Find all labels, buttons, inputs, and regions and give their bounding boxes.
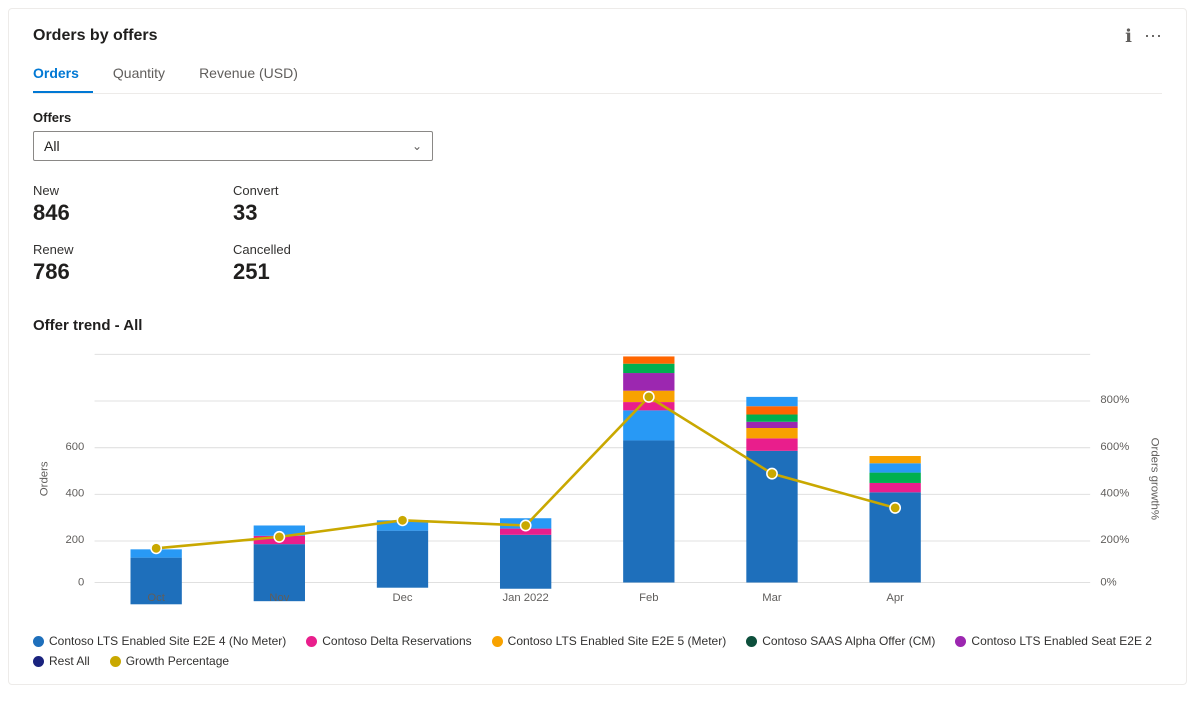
svg-text:Oct: Oct: [147, 592, 165, 604]
chart-legend: Contoso LTS Enabled Site E2E 4 (No Meter…: [33, 634, 1162, 668]
stat-renew: Renew 786: [33, 238, 233, 297]
bar-apr-light: [869, 463, 920, 472]
tab-quantity[interactable]: Quantity: [113, 57, 179, 93]
growth-dot-mar: [767, 468, 777, 478]
bar-mar-orange: [746, 428, 797, 438]
bar-feb-green: [623, 364, 674, 373]
legend-item-6: Growth Percentage: [110, 654, 229, 668]
legend-item-4: Contoso LTS Enabled Seat E2E 2: [955, 634, 1152, 648]
stat-convert-label: Convert: [233, 183, 433, 198]
tab-orders[interactable]: Orders: [33, 57, 93, 93]
svg-text:Orders growth%: Orders growth%: [1149, 438, 1161, 520]
svg-text:200: 200: [66, 534, 85, 546]
svg-text:200%: 200%: [1100, 534, 1129, 546]
growth-dot-nov: [274, 532, 284, 542]
bar-apr-orange: [869, 456, 920, 463]
chart-title: Offer trend - All: [33, 317, 1162, 334]
growth-dot-dec: [397, 515, 407, 525]
bar-jan-main: [500, 535, 551, 589]
bar-mar-purple: [746, 422, 797, 428]
legend-dot-5: [33, 656, 44, 667]
stat-convert: Convert 33: [233, 179, 433, 238]
bar-feb-purple: [623, 373, 674, 391]
svg-text:800%: 800%: [1100, 394, 1129, 406]
bar-feb-main: [623, 440, 674, 582]
dropdown-value: All: [44, 138, 60, 154]
bar-dec-main: [377, 531, 428, 588]
legend-label-4: Contoso LTS Enabled Seat E2E 2: [971, 634, 1152, 648]
svg-text:Dec: Dec: [392, 592, 412, 604]
chart-area: 0 200 400 600 Orders 0% 200% 400% 600% 8…: [33, 344, 1162, 624]
svg-text:400: 400: [66, 487, 85, 499]
tab-revenue[interactable]: Revenue (USD): [199, 57, 312, 93]
growth-dot-feb: [644, 392, 654, 402]
legend-dot-4: [955, 636, 966, 647]
legend-label-0: Contoso LTS Enabled Site E2E 4 (No Meter…: [49, 634, 286, 648]
stat-new: New 846: [33, 179, 233, 238]
svg-text:Nov: Nov: [269, 592, 289, 604]
bar-apr-pink: [869, 483, 920, 492]
legend-dot-6: [110, 656, 121, 667]
stat-cancelled: Cancelled 251: [233, 238, 433, 297]
svg-text:600%: 600%: [1100, 441, 1129, 453]
legend-label-1: Contoso Delta Reservations: [322, 634, 471, 648]
legend-dot-0: [33, 636, 44, 647]
info-icon[interactable]: ℹ: [1125, 27, 1132, 45]
svg-text:Jan 2022: Jan 2022: [502, 592, 548, 604]
chart-svg: 0 200 400 600 Orders 0% 200% 400% 600% 8…: [33, 344, 1162, 624]
bar-mar-green: [746, 415, 797, 422]
more-options-icon[interactable]: ⋯: [1144, 27, 1162, 45]
growth-dot-jan: [521, 520, 531, 530]
svg-text:Orders: Orders: [38, 461, 50, 496]
offers-dropdown[interactable]: All ⌄: [33, 131, 433, 161]
stat-cancelled-value: 251: [233, 259, 433, 285]
legend-item-1: Contoso Delta Reservations: [306, 634, 471, 648]
stat-new-label: New: [33, 183, 233, 198]
legend-dot-2: [492, 636, 503, 647]
legend-item-2: Contoso LTS Enabled Site E2E 5 (Meter): [492, 634, 727, 648]
chevron-down-icon: ⌄: [412, 139, 422, 153]
svg-text:400%: 400%: [1100, 487, 1129, 499]
svg-text:0: 0: [78, 577, 84, 589]
legend-item-3: Contoso SAAS Alpha Offer (CM): [746, 634, 935, 648]
svg-text:Mar: Mar: [762, 592, 782, 604]
legend-item-5: Rest All: [33, 654, 90, 668]
stat-convert-value: 33: [233, 200, 433, 226]
growth-dot-oct: [151, 543, 161, 553]
legend-dot-1: [306, 636, 317, 647]
svg-text:0%: 0%: [1100, 577, 1116, 589]
legend-dot-3: [746, 636, 757, 647]
stat-renew-label: Renew: [33, 242, 233, 257]
bar-feb-red: [623, 356, 674, 363]
legend-label-3: Contoso SAAS Alpha Offer (CM): [762, 634, 935, 648]
svg-text:Feb: Feb: [639, 592, 658, 604]
bar-mar-light: [746, 397, 797, 406]
svg-text:Apr: Apr: [886, 592, 904, 604]
legend-label-2: Contoso LTS Enabled Site E2E 5 (Meter): [508, 634, 727, 648]
stat-cancelled-label: Cancelled: [233, 242, 433, 257]
chart-section: Offer trend - All 0 200 400 600 Orders 0…: [33, 317, 1162, 668]
bar-mar-red: [746, 406, 797, 414]
page-title: Orders by offers: [33, 27, 157, 45]
offers-label: Offers: [33, 110, 1162, 125]
stat-renew-value: 786: [33, 259, 233, 285]
tab-bar: Orders Quantity Revenue (USD): [33, 57, 1162, 94]
legend-item-0: Contoso LTS Enabled Site E2E 4 (No Meter…: [33, 634, 286, 648]
bar-mar-pink: [746, 438, 797, 450]
legend-label-6: Growth Percentage: [126, 654, 229, 668]
legend-label-5: Rest All: [49, 654, 90, 668]
growth-dot-apr: [890, 503, 900, 513]
svg-text:600: 600: [66, 441, 85, 453]
stats-grid: New 846 Convert 33 Renew 786 Cancelled 2…: [33, 179, 433, 297]
stat-new-value: 846: [33, 200, 233, 226]
bar-apr-green: [869, 473, 920, 483]
